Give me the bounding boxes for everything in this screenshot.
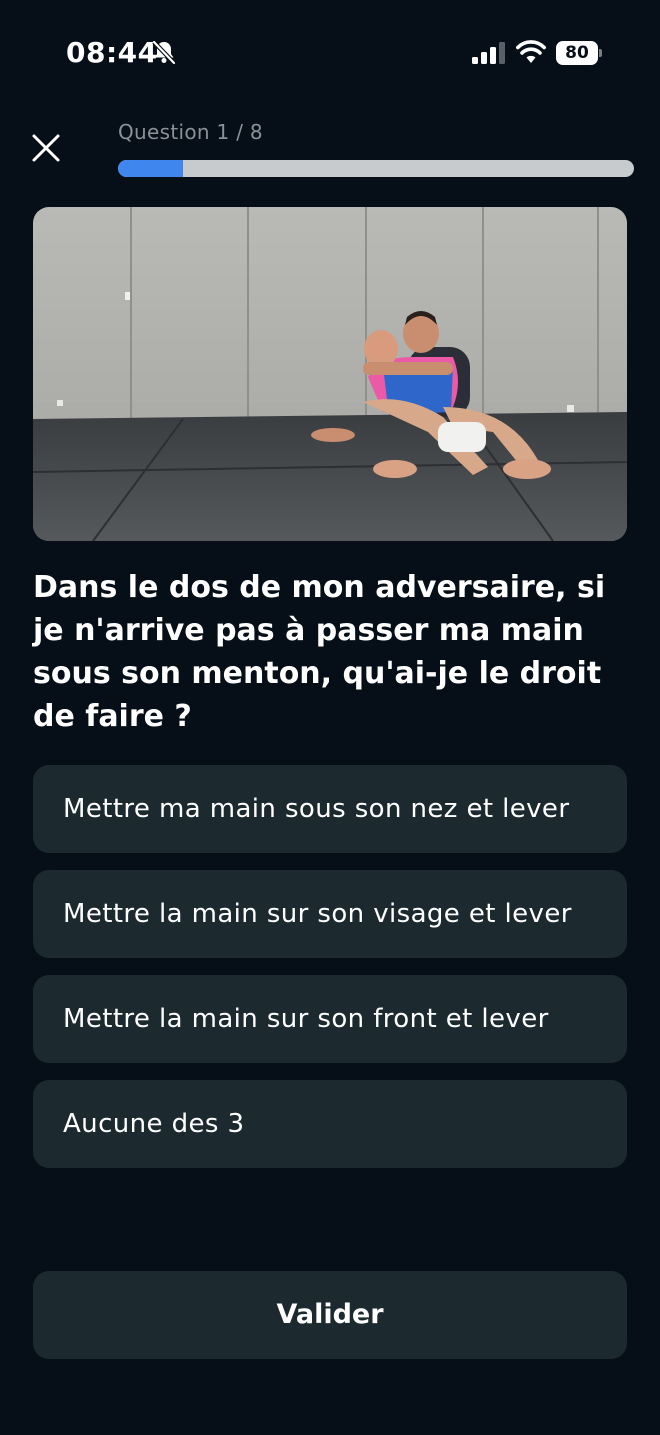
close-icon[interactable] xyxy=(30,132,62,164)
cellular-signal-icon xyxy=(472,42,505,64)
answer-option-1[interactable]: Mettre ma main sous son nez et lever xyxy=(33,765,627,853)
question-progress-label: Question 1 / 8 xyxy=(118,120,263,144)
validate-button[interactable]: Valider xyxy=(33,1271,627,1359)
bell-slash-icon xyxy=(152,40,176,65)
question-text: Dans le dos de mon adversaire, si je n'a… xyxy=(33,570,606,734)
answer-option-3[interactable]: Mettre la main sur son front et lever xyxy=(33,975,627,1063)
quiz-screen: 08:44 80 Question 1 / 8 Dans le dos de m… xyxy=(0,0,660,1435)
progress-bar xyxy=(118,160,634,177)
answer-option-4[interactable]: Aucune des 3 xyxy=(33,1080,627,1168)
question-image xyxy=(33,207,627,541)
progress-bar-fill xyxy=(118,160,183,177)
status-bar: 08:44 80 xyxy=(0,0,660,105)
status-time: 08:44 xyxy=(66,36,158,69)
battery-icon: 80 xyxy=(556,41,602,65)
battery-level: 80 xyxy=(556,41,598,65)
answer-option-2[interactable]: Mettre la main sur son visage et lever xyxy=(33,870,627,958)
battery-tip xyxy=(599,49,602,57)
wifi-icon xyxy=(516,40,546,63)
